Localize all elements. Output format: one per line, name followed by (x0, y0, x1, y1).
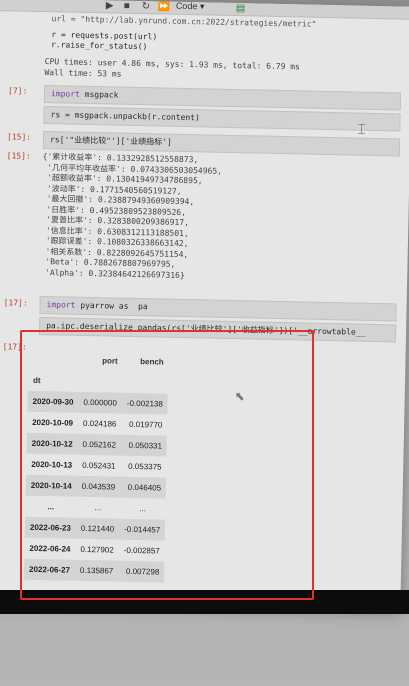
restart-icon[interactable]: ↻ (142, 1, 151, 12)
fast-forward-icon[interactable]: ⏩ (158, 1, 171, 12)
code-text: pyarrow as pa (75, 300, 148, 312)
chevron-down-icon: ▾ (199, 1, 205, 12)
cell-type-select[interactable]: Code ▾ (176, 1, 205, 13)
text-cursor-icon: ⌶ (357, 120, 366, 137)
cell-prompt: [15]: (7, 132, 32, 142)
run-icon[interactable]: ▶ (106, 0, 114, 11)
keyword: import (50, 89, 81, 99)
keyboard-icon[interactable]: ▤ (236, 3, 246, 14)
cell-prompt: [17]: (3, 298, 28, 308)
code-unpack[interactable]: rs = msgpack.unpackb(r.content) (43, 106, 401, 132)
timing-output: CPU times: user 4.86 ms, sys: 1.93 ms, t… (44, 57, 300, 79)
metrics-dict-output: {'累计收益率': 0.1332928512558873, '几何平均年收益率'… (40, 152, 223, 280)
keyword: import (46, 300, 76, 310)
stop-icon[interactable]: ■ (124, 1, 130, 12)
output-prompt: [15]: (6, 151, 31, 161)
cell-type-label: Code (175, 0, 198, 12)
highlight-box (20, 330, 314, 600)
cell-prompt: [7]: (7, 86, 28, 96)
code-text: msgpack (79, 89, 119, 100)
